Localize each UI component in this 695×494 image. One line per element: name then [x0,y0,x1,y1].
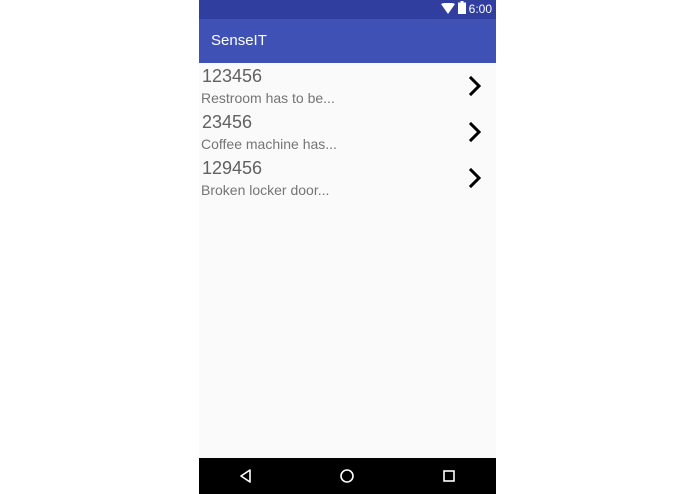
chevron-right-icon[interactable] [468,75,482,97]
item-description: Coffee machine has... [201,136,337,152]
wifi-icon [440,1,455,19]
phone-screen: 6:00 SenseIT 123456 Restroom has to be..… [199,0,496,494]
item-id: 129456 [202,158,263,178]
chevron-right-icon[interactable] [468,167,482,189]
app-bar: SenseIT [199,19,496,63]
item-id: 123456 [202,66,263,86]
status-bar: 6:00 [199,0,496,19]
navigation-bar [199,458,496,494]
list-item[interactable]: 129456 Broken locker door... [199,155,496,201]
list-item[interactable]: 23456 Coffee machine has... [199,109,496,155]
item-description: Restroom has to be... [201,90,335,106]
chevron-right-icon[interactable] [468,121,482,143]
status-icons: 6:00 [440,0,492,19]
item-id: 23456 [202,112,253,132]
status-time: 6:00 [468,2,492,16]
back-icon[interactable] [237,467,255,485]
item-description: Broken locker door... [201,182,330,198]
app-title: SenseIT [211,32,267,49]
recents-icon[interactable] [440,467,458,485]
ticket-list: 123456 Restroom has to be... 23456 Coffe… [199,63,496,201]
home-icon[interactable] [338,467,356,485]
battery-icon [457,0,466,19]
list-item[interactable]: 123456 Restroom has to be... [199,63,496,109]
